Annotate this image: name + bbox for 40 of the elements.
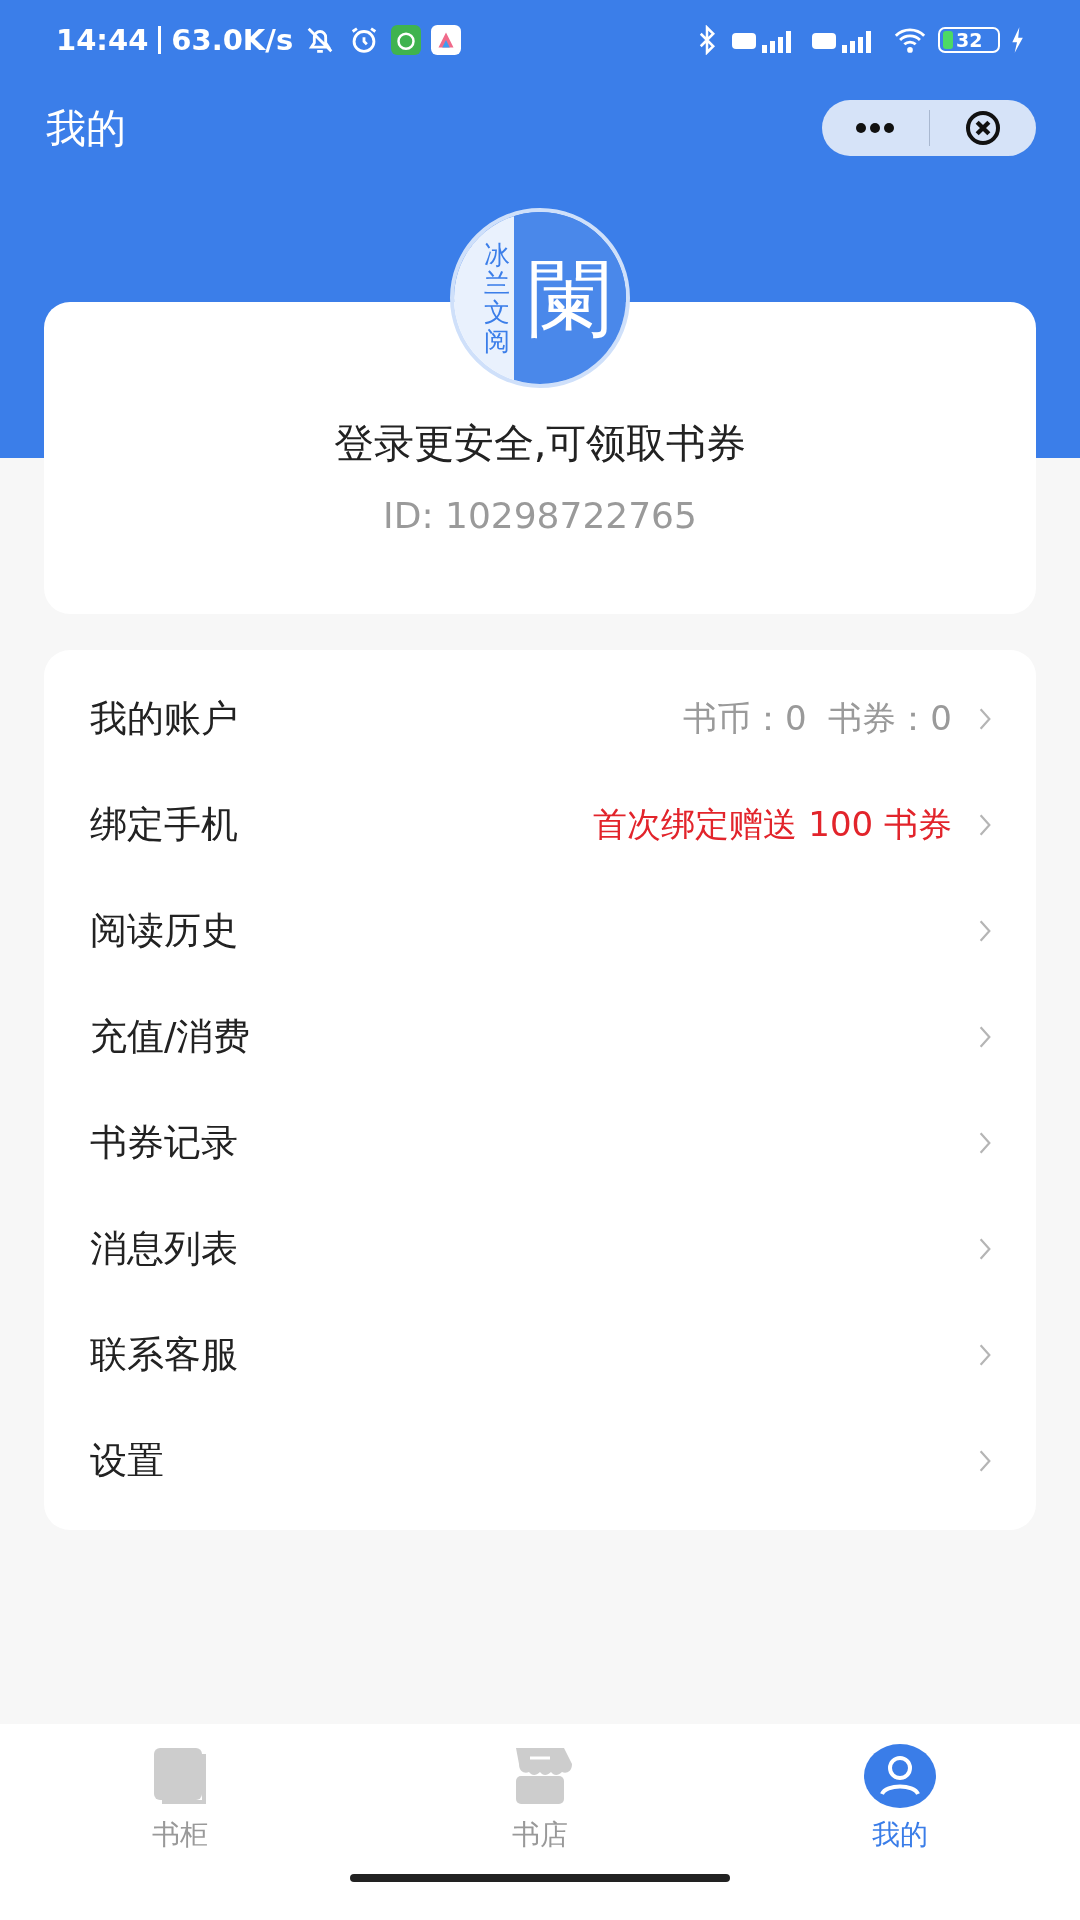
balance-text: 书币：0 书券：0 (683, 697, 952, 740)
status-time: 14:44 (56, 23, 149, 57)
menu-item[interactable]: 设置 (44, 1408, 1036, 1514)
tab-item[interactable]: 我的 (720, 1744, 1080, 1874)
login-prompt[interactable]: 登录更安全,可领取书券 (333, 416, 747, 471)
chevron-right-icon (978, 919, 992, 943)
menu-label: 我的账户 (90, 696, 239, 742)
person-icon (864, 1744, 936, 1808)
menu-label: 联系客服 (90, 1332, 239, 1378)
logo-main-text: 闌 (528, 256, 612, 340)
chevron-right-icon (978, 1131, 992, 1155)
menu-label: 设置 (90, 1438, 165, 1484)
menu-item[interactable]: 我的账户 书币：0 书券：0 (44, 666, 1036, 772)
menu-item[interactable]: 绑定手机 首次绑定赠送 100 书券 (44, 772, 1036, 878)
chevron-right-icon (978, 1343, 992, 1367)
chevron-right-icon (978, 1449, 992, 1473)
user-id: ID: 10298722765 (383, 495, 697, 536)
page-title: 我的 (46, 103, 126, 153)
chevron-right-icon (978, 1025, 992, 1049)
app-icon (431, 25, 462, 55)
menu-label: 阅读历史 (90, 908, 239, 954)
battery-indicator: 32 (938, 27, 1000, 53)
app-icon (391, 25, 422, 55)
chevron-right-icon (978, 813, 992, 837)
charging-icon (1010, 26, 1024, 54)
network-speed: 63.0K/s (171, 23, 294, 57)
more-icon (855, 122, 896, 134)
promo-text: 首次绑定赠送 100 书券 (593, 803, 952, 846)
menu-label: 绑定手机 (90, 802, 239, 848)
menu-item[interactable]: 充值/消费 (44, 984, 1036, 1090)
menu-label: 消息列表 (90, 1226, 239, 1272)
logo-side-text: 冰兰文阅 (484, 240, 510, 356)
menu-item[interactable]: 书券记录 (44, 1090, 1036, 1196)
chevron-right-icon (978, 707, 992, 731)
menu-item[interactable]: 消息列表 (44, 1196, 1036, 1302)
chevron-right-icon (978, 1237, 992, 1261)
menu-item[interactable]: 联系客服 (44, 1302, 1036, 1408)
menu-label: 充值/消费 (90, 1014, 252, 1060)
menu-item[interactable]: 阅读历史 (44, 878, 1036, 984)
menu-label: 书券记录 (90, 1120, 239, 1166)
